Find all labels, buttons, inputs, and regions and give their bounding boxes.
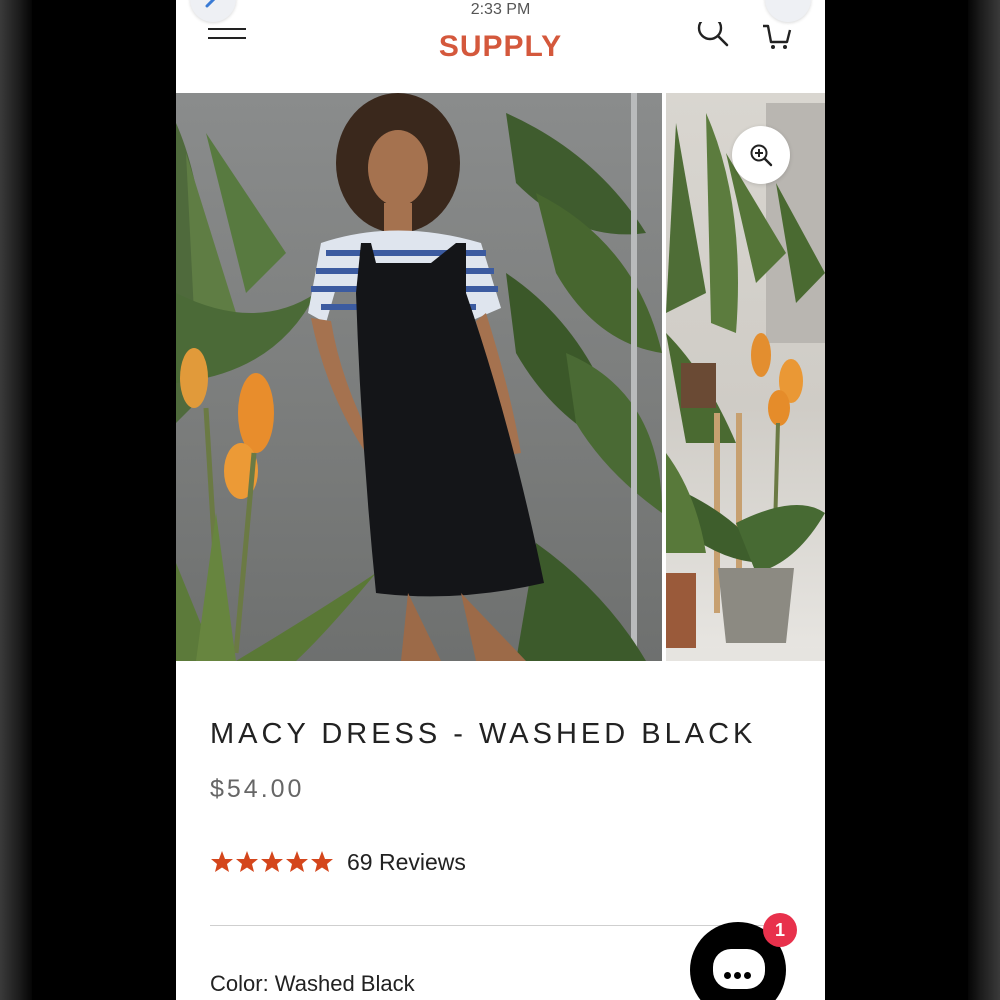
right-frame-edge xyxy=(968,0,1000,1000)
star-icon xyxy=(236,851,258,872)
zoom-button[interactable] xyxy=(732,126,790,184)
phone-screen: 2:33 PM SUPPLY MACY DRESS - WASHED BLACK… xyxy=(176,0,825,1000)
zoom-in-icon xyxy=(750,144,773,167)
chat-notification-badge: 1 xyxy=(763,913,797,947)
cart-icon[interactable] xyxy=(761,24,793,50)
status-time: 2:33 PM xyxy=(470,1,531,18)
product-rating[interactable]: 69 Reviews xyxy=(210,847,466,877)
star-icon xyxy=(211,851,233,872)
product-title: MACY DRESS - WASHED BLACK xyxy=(210,718,757,750)
product-photo-main[interactable] xyxy=(176,93,662,661)
search-icon[interactable] xyxy=(696,22,732,52)
star-icon xyxy=(261,851,283,872)
reviews-link[interactable]: 69 Reviews xyxy=(347,849,466,876)
model-wearing-dress-image xyxy=(176,93,662,661)
site-header: SUPPLY xyxy=(176,20,825,94)
left-frame-edge xyxy=(0,0,32,1000)
product-price: $54.00 xyxy=(210,775,305,803)
chat-bubble-icon xyxy=(713,949,765,989)
star-icon xyxy=(286,851,308,872)
color-label: Color: Washed Black xyxy=(210,971,415,996)
product-image-gallery[interactable] xyxy=(176,93,825,661)
divider xyxy=(210,925,790,926)
star-icon xyxy=(311,851,333,872)
star-rating xyxy=(210,850,335,874)
